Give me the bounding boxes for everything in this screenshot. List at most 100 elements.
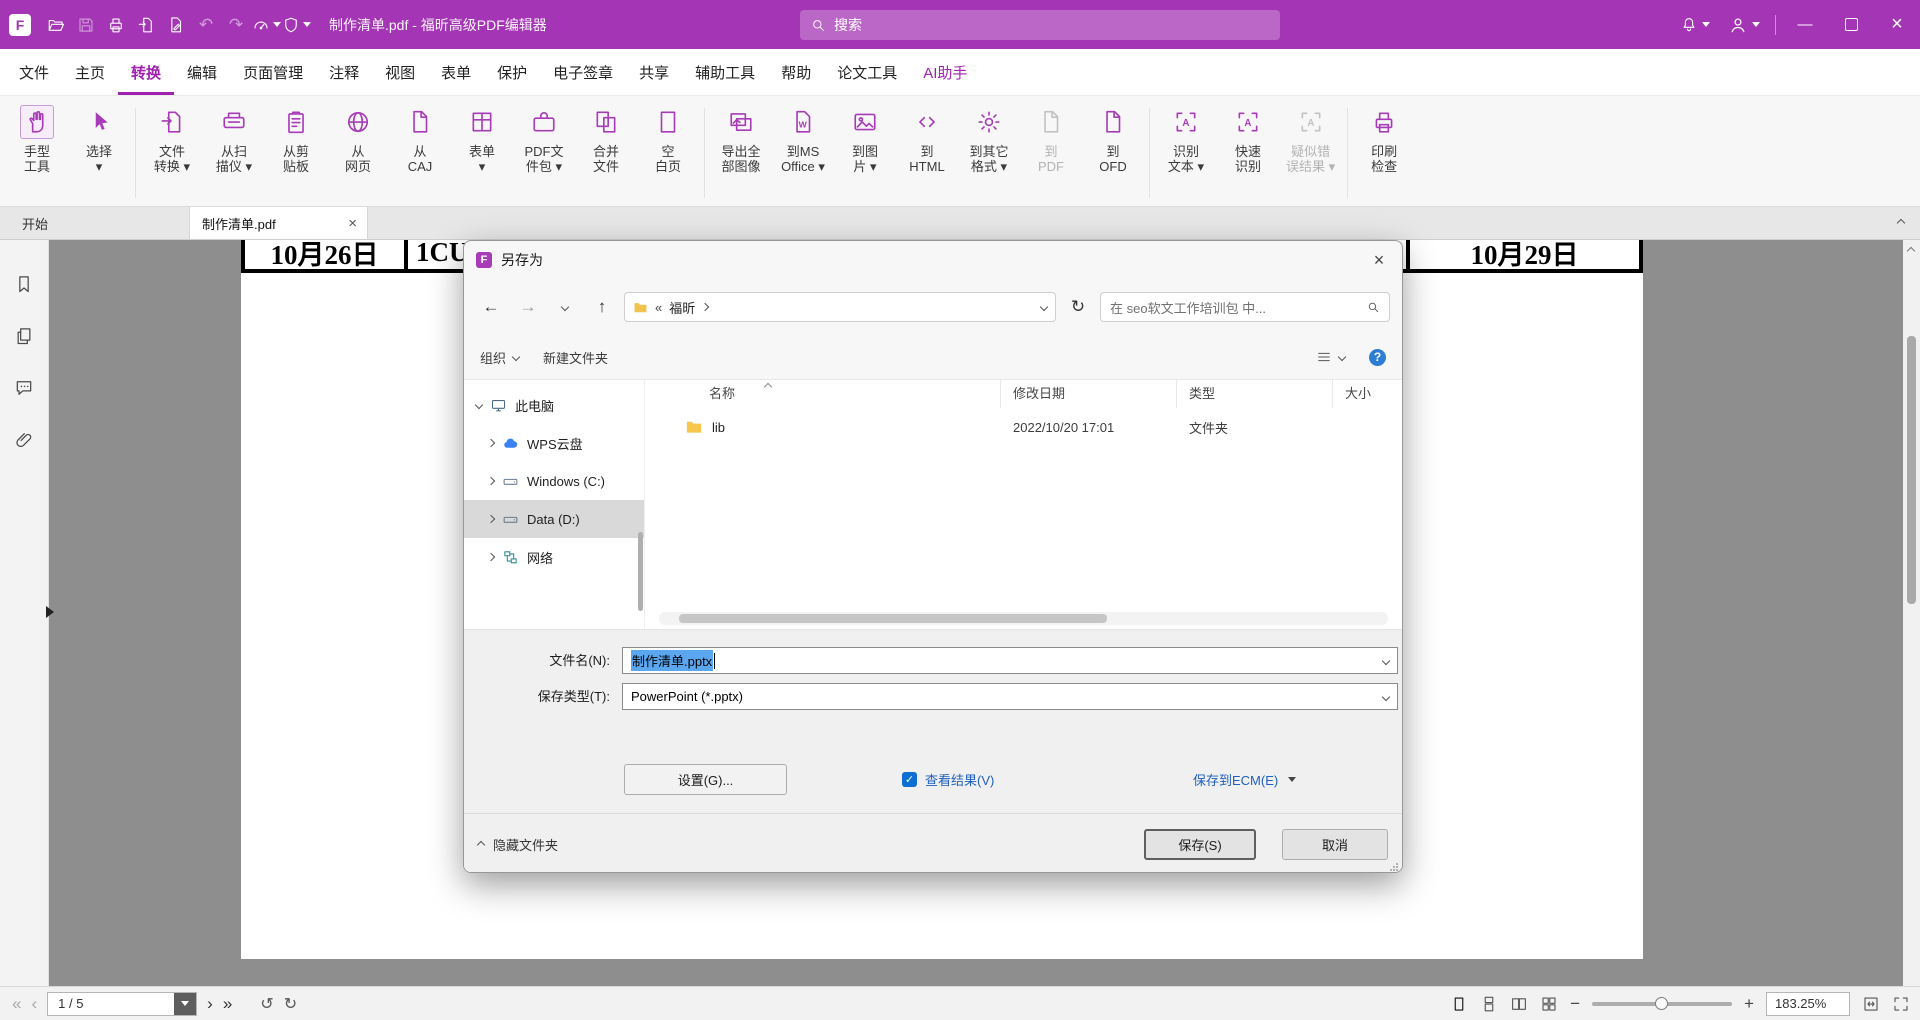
quad-view-icon[interactable] bbox=[1540, 995, 1558, 1013]
caret-down-icon[interactable] bbox=[1288, 777, 1296, 782]
next-view-icon[interactable]: ↻ bbox=[284, 994, 297, 1014]
menu-page-organize[interactable]: 页面管理 bbox=[230, 49, 316, 95]
close-button[interactable]: × bbox=[1874, 0, 1920, 49]
previous-page-button[interactable]: ‹ bbox=[31, 995, 37, 1012]
expander-right-icon[interactable] bbox=[487, 553, 495, 561]
notifications-button[interactable] bbox=[1671, 0, 1719, 49]
menu-home[interactable]: 主页 bbox=[62, 49, 118, 95]
next-page-button[interactable]: › bbox=[207, 995, 213, 1012]
checkbox-checked-icon[interactable]: ✓ bbox=[902, 772, 917, 787]
tool-to-ms-office[interactable]: 到MS Office ▾ bbox=[772, 104, 834, 174]
up-button[interactable]: ↑ bbox=[587, 292, 617, 322]
menu-file[interactable]: 文件 bbox=[6, 49, 62, 95]
zoom-slider-thumb[interactable] bbox=[1655, 997, 1668, 1010]
global-search-input[interactable]: 搜索 bbox=[800, 10, 1280, 40]
expander-right-icon[interactable] bbox=[487, 515, 495, 523]
edit-doc-button[interactable] bbox=[161, 8, 191, 42]
tab-close-icon[interactable]: × bbox=[348, 215, 357, 232]
last-page-button[interactable]: » bbox=[223, 995, 232, 1012]
zoom-out-button[interactable]: − bbox=[1570, 994, 1580, 1014]
tool-export-all-images[interactable]: 导出全 部图像 bbox=[710, 104, 772, 174]
vertical-scrollbar[interactable] bbox=[1903, 240, 1920, 986]
tool-to-html[interactable]: 到 HTML bbox=[896, 104, 958, 174]
menu-help[interactable]: 帮助 bbox=[768, 49, 824, 95]
tool-to-ofd[interactable]: 到 OFD bbox=[1082, 104, 1144, 174]
export-button[interactable] bbox=[131, 8, 161, 42]
tree-item-windows-c[interactable]: Windows (C:) bbox=[464, 462, 644, 500]
save-to-ecm-group[interactable]: 保存到ECM(E) bbox=[1193, 770, 1296, 789]
fit-width-icon[interactable] bbox=[1862, 995, 1880, 1013]
scrollbar-thumb[interactable] bbox=[1907, 336, 1916, 604]
menu-accessibility[interactable]: 辅助工具 bbox=[682, 49, 768, 95]
menu-form[interactable]: 表单 bbox=[428, 49, 484, 95]
file-row-lib[interactable]: lib 2022/10/20 17:01 文件夹 bbox=[645, 408, 1402, 446]
menu-ai-assistant[interactable]: AI助手 bbox=[910, 49, 980, 95]
first-page-button[interactable]: « bbox=[12, 995, 21, 1012]
expander-right-icon[interactable] bbox=[487, 439, 495, 447]
tool-from-caj[interactable]: 从 CAJ bbox=[389, 104, 451, 174]
forward-button[interactable]: → bbox=[513, 292, 543, 322]
facing-view-icon[interactable] bbox=[1510, 995, 1528, 1013]
maximize-button[interactable] bbox=[1828, 0, 1874, 49]
tool-print-check[interactable]: 印刷 检查 bbox=[1353, 104, 1415, 174]
zoom-level-input[interactable]: 183.25% bbox=[1766, 992, 1850, 1016]
dialog-title-bar[interactable]: F 另存为 × bbox=[464, 241, 1402, 279]
breadcrumb-folder[interactable]: 福昕 bbox=[669, 298, 695, 317]
menu-comment[interactable]: 注释 bbox=[316, 49, 372, 95]
page-dropdown-button[interactable] bbox=[174, 993, 196, 1015]
tool-pdf-portfolio[interactable]: PDF文 件包 ▾ bbox=[513, 104, 575, 174]
filename-input[interactable]: 制作清单.pptx bbox=[622, 647, 1398, 674]
fullscreen-icon[interactable] bbox=[1892, 995, 1910, 1013]
menu-protect[interactable]: 保护 bbox=[484, 49, 540, 95]
new-folder-button[interactable]: 新建文件夹 bbox=[543, 348, 608, 367]
tool-form[interactable]: 表单 ▾ bbox=[451, 104, 513, 174]
page-number-input[interactable]: 1 / 5 bbox=[47, 992, 197, 1016]
menu-edit[interactable]: 编辑 bbox=[174, 49, 230, 95]
tree-scrollbar-thumb[interactable] bbox=[638, 532, 643, 611]
tool-to-other-format[interactable]: 到其它 格式 ▾ bbox=[958, 104, 1020, 174]
dialog-search-input[interactable]: 在 seo软文工作培训包 中... bbox=[1100, 292, 1390, 322]
tool-quick-ocr[interactable]: 快速 识别 bbox=[1217, 104, 1279, 174]
column-header-date[interactable]: 修改日期 bbox=[1001, 380, 1177, 408]
redo-button[interactable]: ↷ bbox=[221, 8, 251, 42]
tool-file-convert[interactable]: 文件 转换 ▾ bbox=[141, 104, 203, 174]
chevron-right-icon[interactable] bbox=[701, 303, 709, 311]
address-dropdown-icon[interactable] bbox=[1040, 303, 1048, 311]
menu-view[interactable]: 视图 bbox=[372, 49, 428, 95]
filetype-select[interactable]: PowerPoint (*.pptx) bbox=[622, 683, 1398, 710]
tree-item-wps-cloud[interactable]: WPS云盘 bbox=[464, 424, 644, 462]
resize-grip[interactable] bbox=[1389, 862, 1399, 872]
save-button[interactable] bbox=[71, 8, 101, 42]
organize-button[interactable]: 组织 bbox=[480, 348, 519, 367]
expander-down-icon[interactable] bbox=[475, 401, 483, 409]
tool-combine-files[interactable]: 合并 文件 bbox=[575, 104, 637, 174]
print-button[interactable] bbox=[101, 8, 131, 42]
bookmark-icon[interactable] bbox=[14, 274, 34, 294]
tool-select[interactable]: 选择 ▾ bbox=[68, 104, 130, 174]
menu-esign[interactable]: 电子签章 bbox=[540, 49, 626, 95]
tool-to-image[interactable]: 到图 片 ▾ bbox=[834, 104, 896, 174]
tool-hand[interactable]: 手型 工具 bbox=[6, 104, 68, 174]
comments-icon[interactable] bbox=[14, 378, 34, 398]
tool-ocr-text[interactable]: 识别 文本 ▾ bbox=[1155, 104, 1217, 174]
tool-blank-page[interactable]: 空 白页 bbox=[637, 104, 699, 174]
quick-tools-button[interactable] bbox=[251, 8, 281, 42]
view-mode-button[interactable] bbox=[1316, 349, 1345, 365]
refresh-button[interactable]: ↻ bbox=[1063, 292, 1093, 322]
settings-button[interactable]: 设置(G)... bbox=[624, 764, 787, 795]
previous-view-icon[interactable]: ↺ bbox=[260, 994, 273, 1014]
recent-locations-button[interactable] bbox=[550, 292, 580, 322]
tool-from-scanner[interactable]: 从扫 描仪 ▾ bbox=[203, 104, 265, 174]
horizontal-scrollbar[interactable] bbox=[659, 612, 1388, 625]
view-results-checkbox-group[interactable]: ✓ 查看结果(V) bbox=[902, 770, 994, 789]
open-file-button[interactable] bbox=[41, 8, 71, 42]
collapse-ribbon-icon[interactable] bbox=[1897, 219, 1905, 227]
menu-share[interactable]: 共享 bbox=[626, 49, 682, 95]
protect-tools-button[interactable] bbox=[281, 8, 311, 42]
column-header-type[interactable]: 类型 bbox=[1177, 380, 1333, 408]
cancel-button[interactable]: 取消 bbox=[1282, 829, 1388, 860]
column-header-size[interactable]: 大小 bbox=[1333, 380, 1402, 408]
dialog-close-button[interactable]: × bbox=[1356, 241, 1402, 279]
undo-button[interactable]: ↶ bbox=[191, 8, 221, 42]
continuous-view-icon[interactable] bbox=[1480, 995, 1498, 1013]
